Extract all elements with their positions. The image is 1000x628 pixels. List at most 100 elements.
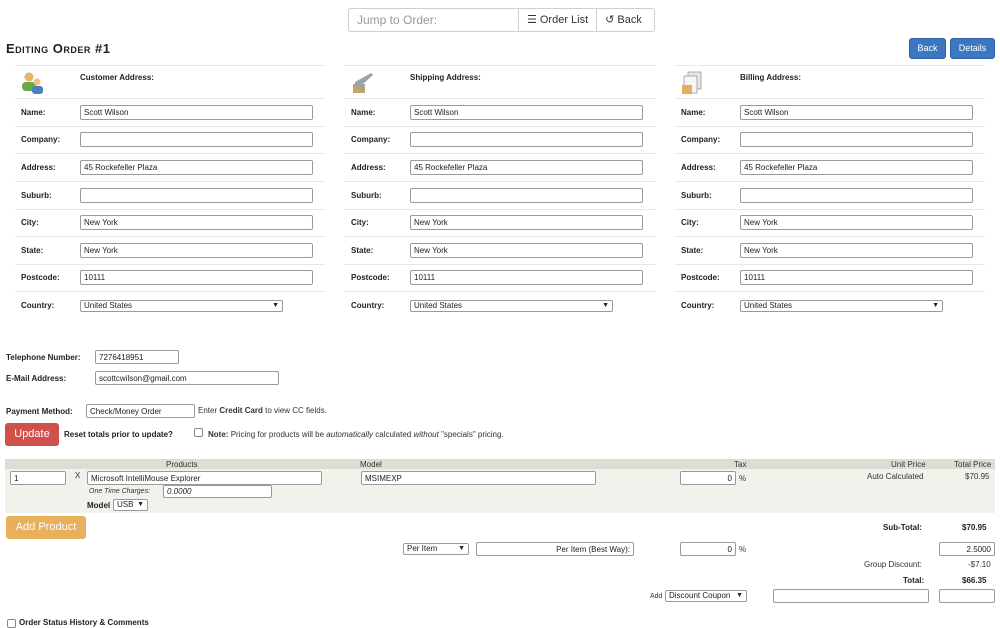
customer-state-input[interactable] bbox=[80, 243, 313, 258]
shipping-tax-input[interactable] bbox=[680, 542, 736, 556]
unit-price-value: Auto Calculated bbox=[867, 472, 924, 481]
shipping-address-input[interactable] bbox=[410, 160, 643, 175]
customer-suburb-label: Suburb: bbox=[21, 191, 52, 200]
note-label: Note: bbox=[208, 430, 229, 439]
customer-company-label: Company: bbox=[21, 135, 61, 144]
customer-country-label: Country: bbox=[21, 301, 55, 310]
billing-row-divider bbox=[675, 98, 985, 99]
shipping-row-divider bbox=[345, 291, 655, 292]
top-toolbar: Jump to Order: ☰ Order List ↺ Back bbox=[348, 8, 655, 32]
add-total-type-value: Discount Coupon bbox=[669, 591, 731, 600]
billing-row-divider bbox=[675, 126, 985, 127]
add-product-button[interactable]: Add Product bbox=[6, 516, 86, 539]
reset-totals-checkbox[interactable] bbox=[194, 428, 203, 437]
billing-state-label: State: bbox=[681, 246, 704, 255]
shipping-name-input[interactable] bbox=[410, 105, 643, 120]
customer-name-input[interactable] bbox=[80, 105, 313, 120]
shipping-company-input[interactable] bbox=[410, 132, 643, 147]
billing-suburb-input[interactable] bbox=[740, 188, 973, 203]
shipping-row-divider bbox=[345, 264, 655, 265]
shipping-address-heading: Shipping Address: bbox=[410, 73, 481, 82]
customer-suburb-input[interactable] bbox=[80, 188, 313, 203]
shipping-cost-input[interactable] bbox=[939, 542, 995, 556]
billing-company-input[interactable] bbox=[740, 132, 973, 147]
shipping-country-value: United States bbox=[414, 301, 463, 310]
shipping-country-label: Country: bbox=[351, 301, 385, 310]
chevron-down-icon: ▼ bbox=[736, 592, 743, 599]
customer-row-divider bbox=[15, 153, 325, 154]
details-button[interactable]: Details bbox=[950, 38, 995, 59]
billing-row-divider bbox=[675, 209, 985, 210]
shipping-postcode-input[interactable] bbox=[410, 270, 643, 285]
customer-row-divider bbox=[15, 264, 325, 265]
add-total-title-input[interactable] bbox=[773, 589, 929, 603]
customer-row-divider bbox=[15, 291, 325, 292]
reset-totals-label: Reset totals prior to update? bbox=[64, 430, 173, 439]
attribute-model-select[interactable]: USB ▼ bbox=[113, 499, 148, 511]
customer-icon bbox=[19, 70, 45, 96]
shipping-row-divider bbox=[345, 98, 655, 99]
customer-postcode-input[interactable] bbox=[80, 270, 313, 285]
one-time-charges-input[interactable] bbox=[163, 485, 272, 498]
payment-hint-prefix: Enter bbox=[198, 406, 218, 415]
billing-postcode-input[interactable] bbox=[740, 270, 973, 285]
payment-method-input[interactable] bbox=[86, 404, 195, 418]
customer-city-input[interactable] bbox=[80, 215, 313, 230]
product-model-input[interactable] bbox=[361, 471, 596, 485]
product-name-input[interactable] bbox=[87, 471, 322, 485]
pricing-note: Note: Pricing for products will be autom… bbox=[208, 430, 504, 439]
billing-name-label: Name: bbox=[681, 108, 706, 117]
billing-row-divider bbox=[675, 236, 985, 237]
customer-country-select[interactable]: United States ▼ bbox=[80, 300, 283, 312]
payment-hint: Enter Credit Card to view CC fields. bbox=[198, 406, 327, 415]
billing-country-label: Country: bbox=[681, 301, 715, 310]
shipping-method-text-input[interactable] bbox=[476, 542, 634, 556]
add-total-type-select[interactable]: Discount Coupon ▼ bbox=[665, 590, 747, 602]
jump-to-order-input[interactable]: Jump to Order: bbox=[349, 9, 519, 31]
billing-row-divider bbox=[675, 291, 985, 292]
email-input[interactable] bbox=[95, 371, 279, 385]
qty-times-sign: X bbox=[75, 471, 81, 480]
shipping-country-select[interactable]: United States ▼ bbox=[410, 300, 613, 312]
telephone-input[interactable] bbox=[95, 350, 179, 364]
billing-suburb-label: Suburb: bbox=[681, 191, 712, 200]
add-total-value-input[interactable] bbox=[939, 589, 995, 603]
documents-icon bbox=[679, 70, 705, 96]
shipping-row-divider bbox=[345, 153, 655, 154]
product-tax-input[interactable] bbox=[680, 471, 736, 485]
billing-state-input[interactable] bbox=[740, 243, 973, 258]
billing-city-input[interactable] bbox=[740, 215, 973, 230]
customer-name-label: Name: bbox=[21, 108, 46, 117]
chevron-down-icon: ▼ bbox=[932, 302, 939, 309]
billing-company-label: Company: bbox=[681, 135, 721, 144]
billing-country-select[interactable]: United States ▼ bbox=[740, 300, 943, 312]
shipping-state-input[interactable] bbox=[410, 243, 643, 258]
billing-address-input[interactable] bbox=[740, 160, 973, 175]
header-tax: Tax bbox=[734, 460, 747, 469]
total-value: $66.35 bbox=[962, 576, 987, 585]
note-text-1: Pricing for products will be bbox=[230, 430, 325, 439]
shipping-row-divider bbox=[345, 236, 655, 237]
product-qty-input[interactable] bbox=[10, 471, 66, 485]
back-button[interactable]: Back bbox=[909, 38, 946, 59]
update-button[interactable]: Update bbox=[5, 423, 59, 446]
shipping-method-select[interactable]: Per Item ▼ bbox=[403, 543, 469, 555]
toolbar-back-button[interactable]: ↺ Back bbox=[597, 9, 650, 31]
status-history-checkbox[interactable] bbox=[7, 619, 16, 628]
billing-name-input[interactable] bbox=[740, 105, 973, 120]
customer-row-divider bbox=[15, 65, 325, 66]
header-unit-price: Unit Price bbox=[891, 460, 926, 469]
chevron-down-icon: ▼ bbox=[137, 501, 144, 508]
customer-row-divider bbox=[15, 126, 325, 127]
note-text-4: without bbox=[413, 430, 439, 439]
customer-company-input[interactable] bbox=[80, 132, 313, 147]
customer-address-input[interactable] bbox=[80, 160, 313, 175]
order-list-button[interactable]: ☰ Order List bbox=[519, 9, 598, 31]
shipping-row-divider bbox=[345, 126, 655, 127]
shipping-company-label: Company: bbox=[351, 135, 391, 144]
shipping-city-input[interactable] bbox=[410, 215, 643, 230]
attribute-model-label: Model bbox=[87, 501, 111, 510]
chevron-down-icon: ▼ bbox=[272, 302, 279, 309]
shipping-suburb-input[interactable] bbox=[410, 188, 643, 203]
products-table-header bbox=[5, 459, 995, 469]
